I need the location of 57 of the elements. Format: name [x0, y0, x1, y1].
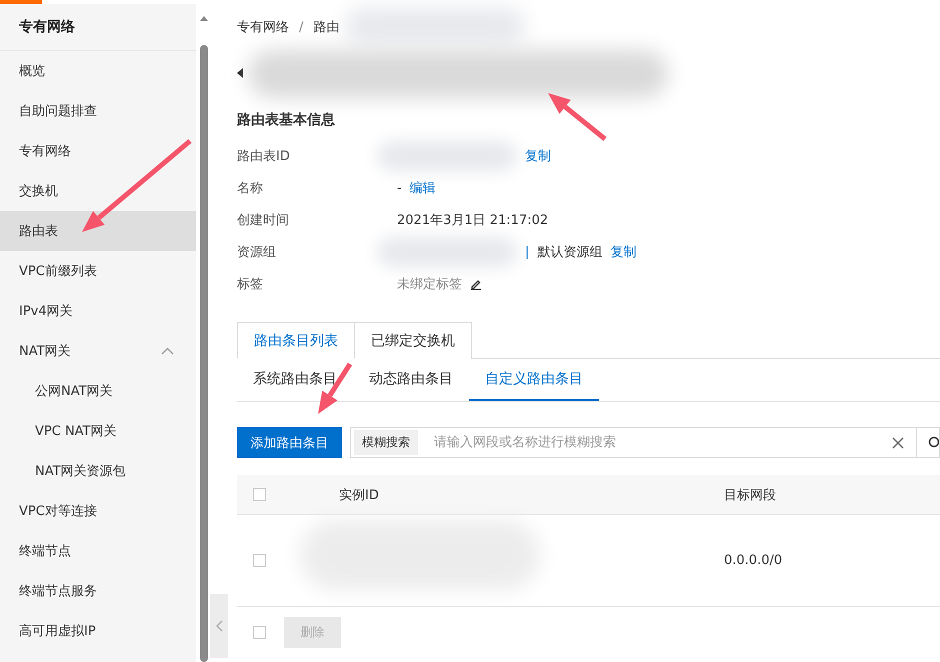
sidebar-item[interactable]: VPC对等连接 [0, 491, 196, 531]
sidebar-item[interactable]: IPv4网关 [0, 291, 196, 331]
sidebar-item[interactable]: VPC NAT网关 [0, 411, 196, 451]
annotation-arrow [548, 93, 607, 141]
table-cell: 0.0.0.0/0 [724, 553, 782, 568]
back-icon[interactable] [237, 68, 243, 78]
column-header: 实例ID [339, 486, 380, 504]
brand-bar [0, 0, 42, 4]
sidebar-item[interactable]: 专有网络 [0, 131, 196, 171]
chevron-up-icon[interactable] [161, 347, 174, 355]
sidebar-item[interactable]: NAT网关 [0, 331, 196, 371]
clear-icon[interactable] [892, 436, 904, 448]
collapse-handle[interactable] [210, 594, 228, 658]
field-label: 资源组 [237, 244, 277, 261]
breadcrumb-item[interactable]: 专有网络 [237, 18, 289, 36]
link[interactable]: 编辑 [410, 179, 436, 197]
field-value: 未绑定标签 [397, 276, 462, 293]
field-label: 创建时间 [237, 212, 290, 229]
sidebar-item[interactable]: 终端节点 [0, 531, 196, 571]
tab[interactable]: 系统路由条目 [237, 359, 353, 401]
link[interactable]: 复制 [610, 243, 636, 261]
field-value: 默认资源组 [537, 244, 602, 261]
separator: | [525, 244, 530, 260]
checkbox[interactable] [253, 488, 266, 501]
tab[interactable]: 动态路由条目 [353, 359, 469, 401]
column-header: 目标网段 [724, 486, 776, 504]
sidebar-item[interactable]: 公网NAT网关 [0, 371, 196, 411]
sidebar-item[interactable]: 终端节点服务 [0, 571, 196, 611]
section-title: 路由表基本信息 [237, 111, 335, 130]
breadcrumb-item[interactable]: 路由 [313, 18, 340, 36]
field-label: 路由表ID [237, 148, 291, 165]
sidebar-item[interactable]: 交换机 [0, 171, 196, 211]
tab[interactable]: 自定义路由条目 [469, 359, 599, 401]
checkbox[interactable] [253, 554, 266, 567]
search-button[interactable] [916, 427, 939, 458]
field-label: 名称 [237, 180, 264, 197]
tab[interactable]: 已绑定交换机 [355, 322, 472, 359]
pencil-icon[interactable] [470, 278, 482, 290]
sidebar-item[interactable]: VPC前缀列表 [0, 251, 196, 291]
scrollbar-thumb[interactable] [200, 45, 208, 662]
field-value: - [397, 180, 402, 196]
chevron-left-icon [216, 620, 222, 632]
checkbox[interactable] [253, 626, 266, 638]
sidebar-item[interactable]: 路由表 [0, 211, 196, 251]
sidebar-item[interactable]: 概览 [0, 51, 196, 91]
scroll-up-icon[interactable] [200, 16, 208, 21]
tab[interactable]: 路由条目列表 [237, 322, 355, 359]
sidebar-item[interactable]: NAT网关资源包 [0, 451, 196, 491]
sidebar-item[interactable]: 高可用虚拟IP [0, 611, 196, 651]
search-field[interactable]: 模糊搜索 请输入网段或名称进行模糊搜索 [350, 427, 940, 458]
field-value: 2021年3月1日 21:17:02 [397, 212, 548, 229]
link[interactable]: 复制 [525, 147, 551, 165]
breadcrumb-separator: / [299, 20, 304, 34]
field-label: 标签 [237, 276, 264, 293]
sidebar-item[interactable]: 自助问题排查 [0, 91, 196, 131]
search-mode-dropdown[interactable]: 模糊搜索 [354, 430, 418, 455]
add-route-button[interactable]: 添加路由条目 [237, 427, 342, 458]
